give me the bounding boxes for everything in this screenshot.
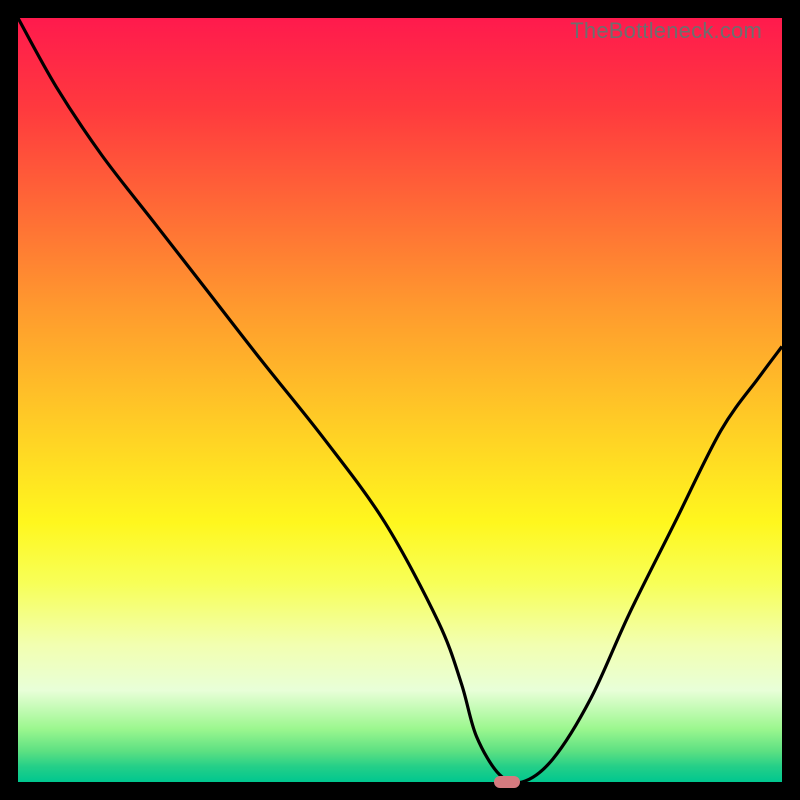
- curve-path: [18, 18, 782, 783]
- optimal-marker: [494, 776, 520, 788]
- bottleneck-curve: [18, 18, 782, 782]
- chart-container: TheBottleneck.com: [0, 0, 800, 800]
- plot-area: TheBottleneck.com: [18, 18, 782, 782]
